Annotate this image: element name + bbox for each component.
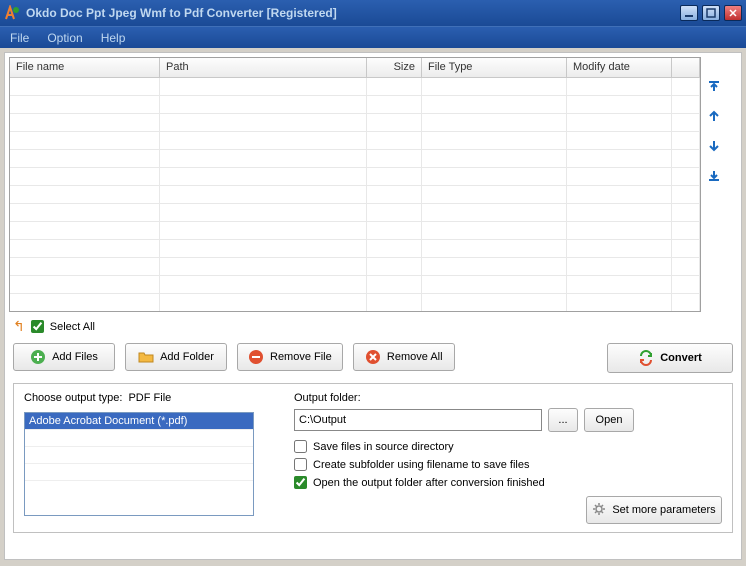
list-item <box>25 480 253 497</box>
remove-file-label: Remove File <box>270 351 332 363</box>
output-type-pane: Choose output type: PDF File Adobe Acrob… <box>24 392 274 524</box>
table-row <box>10 96 700 114</box>
table-row <box>10 258 700 276</box>
open-folder-button[interactable]: Open <box>584 408 634 432</box>
move-down-button[interactable] <box>705 137 723 155</box>
output-format-listbox[interactable]: Adobe Acrobat Document (*.pdf) <box>24 412 254 516</box>
select-all-label: Select All <box>50 321 95 333</box>
output-folder-input[interactable] <box>294 409 542 431</box>
menu-option[interactable]: Option <box>43 29 86 47</box>
open-after-label: Open the output folder after conversion … <box>313 477 545 489</box>
table-header-row: File name Path Size File Type Modify dat… <box>10 58 700 78</box>
gear-icon <box>592 502 606 519</box>
close-button[interactable] <box>724 5 742 21</box>
add-files-label: Add Files <box>52 351 98 363</box>
menu-bar: File Option Help <box>0 26 746 48</box>
save-source-label: Save files in source directory <box>313 441 454 453</box>
table-row <box>10 78 700 96</box>
remove-all-button[interactable]: Remove All <box>353 343 455 371</box>
convert-button[interactable]: Convert <box>607 343 733 373</box>
file-table[interactable]: File name Path Size File Type Modify dat… <box>9 57 701 312</box>
browse-button[interactable]: ... <box>548 408 578 432</box>
maximize-button[interactable] <box>702 5 720 21</box>
move-bottom-button[interactable] <box>705 167 723 185</box>
remove-all-icon <box>365 349 381 365</box>
add-folder-button[interactable]: Add Folder <box>125 343 227 371</box>
table-row <box>10 276 700 294</box>
move-up-button[interactable] <box>705 107 723 125</box>
action-button-row: Add Files Add Folder Remove File Remove … <box>13 343 733 373</box>
window-title: Okdo Doc Ppt Jpeg Wmf to Pdf Converter [… <box>26 6 680 20</box>
select-all-row: ↰ Select All <box>13 318 737 335</box>
table-row <box>10 168 700 186</box>
window-controls <box>680 5 742 21</box>
pdf-file-label: PDF File <box>128 392 171 404</box>
col-spacer <box>672 58 700 78</box>
col-filetype[interactable]: File Type <box>422 58 567 78</box>
col-filename[interactable]: File name <box>10 58 160 78</box>
table-row <box>10 204 700 222</box>
list-item <box>25 429 253 446</box>
output-folder-label: Output folder: <box>294 392 722 404</box>
add-files-button[interactable]: Add Files <box>13 343 115 371</box>
remove-file-button[interactable]: Remove File <box>237 343 343 371</box>
format-item-pdf[interactable]: Adobe Acrobat Document (*.pdf) <box>25 413 253 429</box>
app-logo-icon <box>4 5 20 21</box>
list-item <box>25 463 253 480</box>
move-top-button[interactable] <box>705 77 723 95</box>
minimize-button[interactable] <box>680 5 698 21</box>
add-folder-label: Add Folder <box>160 351 214 363</box>
table-row <box>10 186 700 204</box>
open-after-checkbox[interactable] <box>294 476 307 489</box>
more-parameters-label: Set more parameters <box>612 504 715 516</box>
create-subfolder-checkbox[interactable] <box>294 458 307 471</box>
table-row <box>10 150 700 168</box>
table-row <box>10 294 700 312</box>
save-source-checkbox[interactable] <box>294 440 307 453</box>
convert-label: Convert <box>660 352 702 364</box>
client-area: File name Path Size File Type Modify dat… <box>4 52 742 560</box>
create-subfolder-label: Create subfolder using filename to save … <box>313 459 529 471</box>
col-path[interactable]: Path <box>160 58 367 78</box>
list-item <box>25 446 253 463</box>
set-more-parameters-button[interactable]: Set more parameters <box>586 496 722 524</box>
add-icon <box>30 349 46 365</box>
choose-output-label: Choose output type: <box>24 392 122 404</box>
menu-help[interactable]: Help <box>97 29 130 47</box>
remove-all-label: Remove All <box>387 351 443 363</box>
menu-file[interactable]: File <box>6 29 33 47</box>
output-panel: Choose output type: PDF File Adobe Acrob… <box>13 383 733 533</box>
reorder-controls <box>701 57 727 312</box>
table-row <box>10 222 700 240</box>
up-left-arrow-icon: ↰ <box>13 318 25 335</box>
folder-icon <box>138 349 154 365</box>
output-folder-pane: Output folder: ... Open Save files in so… <box>294 392 722 524</box>
table-row <box>10 132 700 150</box>
window-titlebar: Okdo Doc Ppt Jpeg Wmf to Pdf Converter [… <box>0 0 746 26</box>
table-body <box>10 78 700 312</box>
col-modify[interactable]: Modify date <box>567 58 672 78</box>
table-row <box>10 240 700 258</box>
select-all-checkbox[interactable] <box>31 320 44 333</box>
col-size[interactable]: Size <box>367 58 422 78</box>
remove-icon <box>248 349 264 365</box>
convert-icon <box>638 350 654 366</box>
table-row <box>10 114 700 132</box>
